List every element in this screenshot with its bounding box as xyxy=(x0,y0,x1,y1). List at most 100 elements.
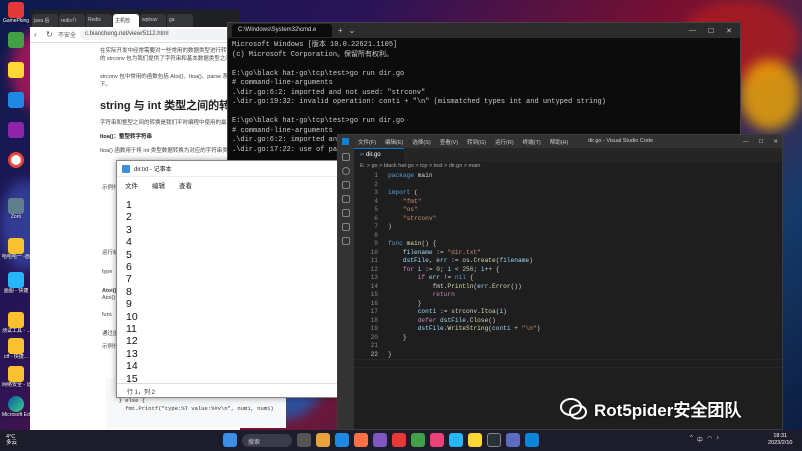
desktop-icon-zoro[interactable]: Zoro xyxy=(2,198,30,228)
reload-icon[interactable]: ↻ xyxy=(46,30,54,39)
minimize-icon[interactable]: — xyxy=(743,139,749,145)
menu-item[interactable]: 终端(T) xyxy=(523,138,541,146)
terminal-icon[interactable] xyxy=(487,433,501,447)
cmd-tab[interactable]: C:\Windows\System32\cmd.e xyxy=(232,24,332,37)
desktop-icon-gamepking[interactable]: GamePking xyxy=(2,2,30,32)
volume-icon[interactable]: ♪ xyxy=(716,435,719,444)
run-debug-icon[interactable] xyxy=(342,195,350,203)
clock[interactable]: 18:31 2023/2/10 xyxy=(768,433,792,447)
menu-item[interactable]: 选择(S) xyxy=(412,138,430,146)
line-number: 17 xyxy=(370,308,378,315)
code-line: return xyxy=(432,291,455,298)
extensions-icon[interactable] xyxy=(342,223,350,231)
article-text: Itoa() 函数用于将 int 类型数据转换为对应的字符串类型，函数签名如 xyxy=(100,148,234,154)
desktop-icon[interactable] xyxy=(2,122,30,152)
notepad-taskbar-icon[interactable] xyxy=(506,433,520,447)
app-icon[interactable] xyxy=(449,433,463,447)
new-tab-icon[interactable]: + xyxy=(338,26,343,35)
line-number-gutter: 1 2 3 4 5 6 7 8 9 10 11 12 13 14 15 16 17 18 19 20 21 22 xyxy=(354,172,382,359)
edge-icon[interactable] xyxy=(335,433,349,447)
chrome-icon[interactable] xyxy=(468,433,482,447)
taskbar-apps: 搜索 xyxy=(223,433,539,447)
browser-tab-active[interactable]: 主机检 xyxy=(113,14,139,27)
menu-file[interactable]: 文件 xyxy=(125,180,138,190)
app-icon[interactable] xyxy=(392,433,406,447)
chevron-up-icon[interactable]: ^ xyxy=(690,435,693,444)
maximize-icon[interactable]: ☐ xyxy=(758,139,763,145)
line-number: 4 xyxy=(374,197,378,205)
close-icon[interactable]: ✕ xyxy=(773,139,778,145)
desktop-icon-folder[interactable]: 哈哈哈一 -面... xyxy=(2,238,30,268)
desktop-icon-edge[interactable]: Microsoft Edge xyxy=(2,396,30,426)
address-bar: ‹ ↻ 不安全 c.biancheng.net/view/5112.html xyxy=(30,27,240,43)
editor-tab[interactable]: ∞ dir.go xyxy=(354,148,404,162)
menu-item[interactable]: 转到(G) xyxy=(467,138,486,146)
line-number: 20 xyxy=(370,333,378,341)
taskbar-search[interactable]: 搜索 xyxy=(242,433,292,447)
line-number: 10 xyxy=(370,248,378,256)
remote-icon[interactable] xyxy=(342,209,350,217)
code-lines: package main import ( "fmt" "os" "strcon… xyxy=(388,172,540,359)
close-icon[interactable]: ✕ xyxy=(726,27,732,35)
code-line: defer dstFile.Close() xyxy=(417,316,496,324)
menu-item[interactable]: 运行(R) xyxy=(495,138,514,146)
security-label[interactable]: 不安全 xyxy=(58,30,76,39)
wechat-taskbar-icon[interactable] xyxy=(411,433,425,447)
system-tray: ^ 中 ◠ ♪ xyxy=(690,435,719,444)
desktop-icon[interactable] xyxy=(2,62,30,92)
code-line: dstFile.WriteString(conti + "\n") xyxy=(417,325,541,332)
browser-tab[interactable]: ga xyxy=(167,14,193,27)
taskbar: 4°C 多云 搜索 ^ 中 ◠ ♪ 18:31 2023/2/10 xyxy=(0,430,802,451)
menu-edit[interactable]: 编辑 xyxy=(152,180,165,190)
line-number: 7 xyxy=(374,223,378,230)
window-controls: — ☐ ✕ xyxy=(743,139,778,145)
ime-indicator[interactable]: 中 xyxy=(697,435,703,444)
desktop-icon[interactable] xyxy=(2,152,30,182)
code-line: import ( xyxy=(388,189,418,196)
minimize-icon[interactable]: — xyxy=(689,27,696,35)
wifi-icon[interactable]: ◠ xyxy=(707,435,712,444)
chevron-down-icon[interactable]: ⌄ xyxy=(349,26,356,35)
back-icon[interactable]: ‹ xyxy=(34,30,42,39)
notepad-text-area[interactable]: 12345678910111213141516 xyxy=(117,194,338,382)
menu-item[interactable]: 文件(F) xyxy=(358,138,376,146)
browser-tab[interactable]: java 后 xyxy=(32,14,58,27)
line-number: 19 xyxy=(370,325,378,332)
menu-item[interactable]: 编辑(E) xyxy=(385,138,403,146)
start-icon[interactable] xyxy=(223,433,237,447)
app-icon[interactable] xyxy=(373,433,387,447)
maximize-icon[interactable]: ☐ xyxy=(708,27,714,35)
desktop-icon-paint[interactable]: 画图 - 快捷 xyxy=(2,272,30,302)
weather-widget[interactable]: 4°C 多云 xyxy=(6,434,17,446)
menu-view[interactable]: 查看 xyxy=(179,180,192,190)
notepad-line: 1 xyxy=(126,199,132,211)
search-icon[interactable] xyxy=(342,167,350,175)
desktop-icon[interactable] xyxy=(2,32,30,62)
browser-tab[interactable]: wplnav xyxy=(140,14,166,27)
source-control-icon[interactable] xyxy=(342,181,350,189)
file-explorer-icon[interactable] xyxy=(316,433,330,447)
browser-tab[interactable]: Redis xyxy=(86,14,112,27)
testing-icon[interactable] xyxy=(342,237,350,245)
notepad-line: 13 xyxy=(126,347,138,360)
vscode-taskbar-icon[interactable] xyxy=(525,433,539,447)
task-view-icon[interactable] xyxy=(297,433,311,447)
menu-item[interactable]: 帮助(H) xyxy=(550,138,569,146)
firefox-icon[interactable] xyxy=(354,433,368,447)
url-field[interactable]: c.biancheng.net/view/5112.html xyxy=(80,29,236,40)
desktop-icon-ctf[interactable]: ctf - 快捷... xyxy=(2,338,30,368)
breadcrumb[interactable]: E: > go > black hat-go > tcp > test > di… xyxy=(354,162,782,172)
code-line: } xyxy=(388,299,422,307)
desktop-icon[interactable] xyxy=(2,92,30,122)
code-line: filename := "dir.txt" xyxy=(402,248,481,256)
code-editor[interactable]: 1 2 3 4 5 6 7 8 9 10 11 12 13 14 15 16 17 18 19 20 21 22 pack… xyxy=(354,172,782,429)
notepad-line: 7 xyxy=(126,273,132,286)
app-icon[interactable] xyxy=(430,433,444,447)
explorer-icon[interactable] xyxy=(342,153,350,161)
line-number: 14 xyxy=(370,282,378,290)
desktop-icon-security[interactable]: 网络安全 - 运营教育... xyxy=(2,366,30,396)
browser-tab[interactable]: redis介 xyxy=(59,14,85,27)
notepad-line: 8 xyxy=(126,285,132,298)
menu-item[interactable]: 查看(V) xyxy=(440,138,458,146)
